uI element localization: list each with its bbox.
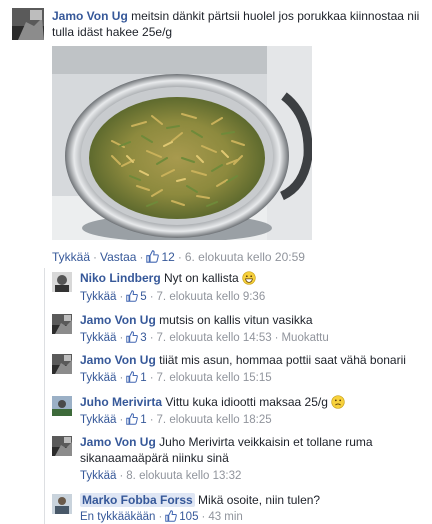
thumbs-up-icon — [165, 510, 178, 522]
like-button[interactable]: Tykkää — [80, 372, 116, 384]
like-button[interactable]: Tykkää — [52, 250, 90, 264]
thumbs-up-icon — [126, 290, 139, 302]
comment-author[interactable]: Marko Fobba Forss — [80, 493, 195, 507]
likes-count: 1 — [140, 372, 147, 384]
likes-count-link[interactable]: 3 — [126, 331, 147, 344]
thumbs-up-icon — [126, 413, 139, 425]
thread-line — [44, 268, 45, 524]
comment-timestamp[interactable]: 7. elokuuta kello 14:53 — [157, 332, 272, 344]
comment-text: Vittu kuka idiootti maksaa 25/g — [165, 395, 328, 409]
comment-text: Nyt on kallista — [164, 271, 239, 285]
post-photo[interactable] — [52, 46, 312, 240]
reply-button[interactable]: Vastaa — [100, 250, 136, 264]
edited-label[interactable]: Muokattu — [281, 332, 328, 344]
comment-author[interactable]: Juho Merivirta — [80, 395, 162, 409]
thumbs-up-icon — [146, 250, 160, 263]
comment-text: tiiät mis asun, hommaa pottii saat vähä … — [159, 353, 406, 367]
comment-author[interactable]: Jamo Von Ug — [80, 435, 156, 449]
like-button[interactable]: Tykkää — [80, 332, 116, 344]
comment-body: Marko Fobba Forss Mikä osoite, niin tule… — [80, 492, 426, 508]
post-author[interactable]: Jamo Von Ug — [52, 9, 128, 23]
avatar[interactable] — [52, 436, 72, 456]
post-timestamp[interactable]: 6. elokuuta kello 20:59 — [185, 250, 305, 264]
like-button[interactable]: Tykkää — [80, 470, 116, 482]
comment-actions: Tykkää · 1 · 7. elokuuta kello 15:15 — [80, 371, 272, 384]
comment-actions: En tykkääkään · 105 · 43 min — [80, 510, 243, 523]
avatar[interactable] — [52, 314, 72, 334]
comment-body: Jamo Von Ug tiiät mis asun, hommaa potti… — [80, 352, 426, 368]
thumbs-up-icon — [126, 331, 139, 343]
likes-count: 12 — [161, 250, 175, 264]
comment-timestamp[interactable]: 7. elokuuta kello 9:36 — [157, 291, 266, 303]
likes-count-link[interactable]: 1 — [126, 413, 147, 426]
comment-actions: Tykkää · 3 · 7. elokuuta kello 14:53 · Muokatt… — [80, 331, 329, 344]
pot-of-herbs-image — [52, 46, 312, 240]
avatar[interactable] — [12, 8, 44, 40]
frowning-face-icon — [331, 395, 345, 409]
comment-body: Niko Lindberg Nyt on kallista — [80, 270, 426, 286]
likes-count: 3 — [140, 332, 147, 344]
post-actions: Tykkää · Vastaa · 12 · 6. elokuuta kello 20:59 — [52, 250, 305, 264]
avatar[interactable] — [52, 396, 72, 416]
comment-body: Jamo Von Ug Juho Merivirta veikkaisin et… — [80, 434, 426, 466]
comment-timestamp[interactable]: 8. elokuuta kello 13:32 — [126, 470, 241, 482]
likes-count-link[interactable]: 105 — [165, 510, 199, 523]
unlike-button[interactable]: En tykkääkään — [80, 511, 155, 523]
main-post: Jamo Von Ug meitsin dänkit pärtsii huole… — [0, 0, 432, 270]
comment-author[interactable]: Niko Lindberg — [80, 271, 161, 285]
post-text-block: Jamo Von Ug meitsin dänkit pärtsii huole… — [52, 8, 424, 40]
comment-actions: Tykkää · 8. elokuuta kello 13:32 — [80, 470, 242, 482]
comment-actions: Tykkää · 5 · 7. elokuuta kello 9:36 — [80, 290, 266, 303]
likes-count-link[interactable]: 5 — [126, 290, 147, 303]
comment-timestamp[interactable]: 7. elokuuta kello 15:15 — [157, 372, 272, 384]
likes-count: 1 — [140, 414, 147, 426]
like-button[interactable]: Tykkää — [80, 291, 116, 303]
comment-timestamp[interactable]: 7. elokuuta kello 18:25 — [157, 414, 272, 426]
comment-author[interactable]: Jamo Von Ug — [80, 313, 156, 327]
thumbs-up-icon — [126, 371, 139, 383]
grinning-face-icon — [242, 271, 256, 285]
avatar[interactable] — [52, 354, 72, 374]
avatar[interactable] — [52, 494, 72, 514]
likes-count: 105 — [179, 511, 199, 523]
comment-body: Juho Merivirta Vittu kuka idiootti maksa… — [80, 394, 426, 410]
like-button[interactable]: Tykkää — [80, 414, 116, 426]
comment-timestamp[interactable]: 43 min — [208, 511, 243, 523]
comment-text: mutsis on kallis vitun vasikka — [159, 313, 313, 327]
likes-count-link[interactable]: 1 — [126, 371, 147, 384]
avatar[interactable] — [52, 272, 72, 292]
likes-count-link[interactable]: 12 — [146, 250, 175, 264]
comment-author[interactable]: Jamo Von Ug — [80, 353, 156, 367]
comment-actions: Tykkää · 1 · 7. elokuuta kello 18:25 — [80, 413, 272, 426]
comment-body: Jamo Von Ug mutsis on kallis vitun vasik… — [80, 312, 426, 328]
comment-text: Mikä osoite, niin tulen? — [198, 493, 321, 507]
likes-count: 5 — [140, 291, 147, 303]
